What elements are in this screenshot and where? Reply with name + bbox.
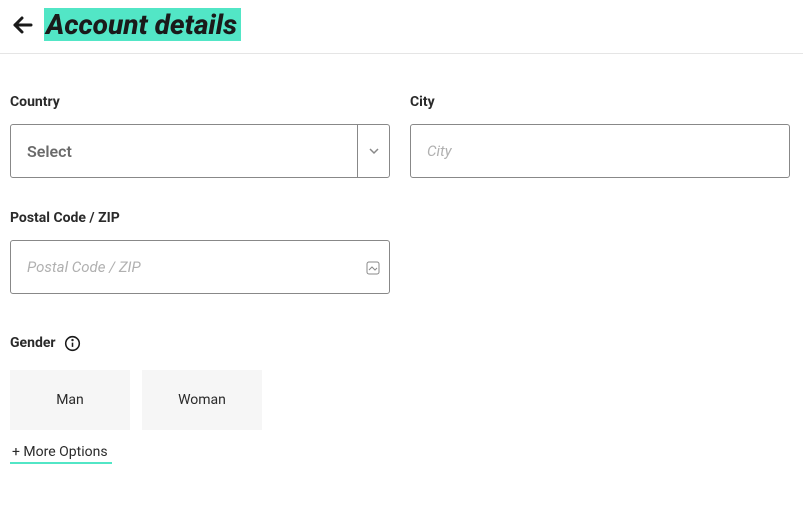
postal-input[interactable] (10, 240, 390, 294)
country-label: Country (10, 94, 390, 110)
gender-option-man[interactable]: Man (10, 370, 130, 430)
back-arrow-icon[interactable] (10, 12, 36, 38)
chevron-down-icon (368, 145, 380, 157)
country-select-toggle[interactable] (357, 125, 389, 177)
input-icon (366, 260, 380, 274)
country-select[interactable]: Select (10, 124, 390, 178)
info-icon[interactable] (64, 334, 82, 352)
gender-option-woman[interactable]: Woman (142, 370, 262, 430)
more-options-link[interactable]: + More Options (10, 442, 112, 464)
city-label: City (410, 94, 790, 110)
gender-label: Gender (10, 335, 56, 351)
postal-label: Postal Code / ZIP (10, 210, 390, 226)
city-input[interactable] (410, 124, 790, 178)
country-select-value[interactable]: Select (11, 125, 357, 177)
page-title: Account details (44, 8, 241, 41)
